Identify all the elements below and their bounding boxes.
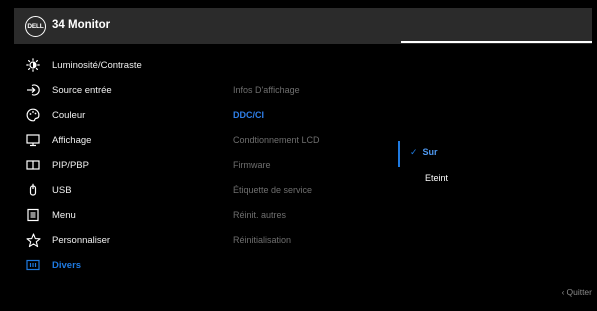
menu-item-menu[interactable]: Menu [14,204,214,226]
display-icon [25,132,41,148]
menu-item-brightness-contrast[interactable]: Luminosité/Contraste [14,54,214,76]
menu-item-label: Divers [52,259,82,271]
submenu-item-service-tag[interactable]: Étiquette de service [233,179,312,201]
menu-item-label: Couleur [52,109,86,121]
quit-button[interactable]: ‹ Quitter [562,287,592,297]
osd-menu: DELL 34 Monitor Luminosité/Contraste Sou… [14,8,592,300]
menu-item-label: USB [52,184,72,196]
submenu-item-reset-other[interactable]: Réinit. autres [233,204,286,226]
menu-item-color[interactable]: Couleur [14,104,214,126]
menu-item-label: PIP/PBP [52,159,89,171]
dell-logo: DELL [25,16,46,37]
option-label: Eteint [425,173,449,183]
menu-item-others[interactable]: Divers [14,254,214,276]
menu-item-input-source[interactable]: Source entrée [14,79,214,101]
menu-item-label: Affichage [52,134,92,146]
usb-icon [25,182,41,198]
chevron-left-icon: ‹ [561,287,565,297]
menu-item-label: Luminosité/Contraste [52,59,142,71]
star-icon [25,232,41,248]
submenu-item-display-info[interactable]: Infos D'affichage [233,79,300,101]
checkmark-icon: ✓ [410,146,418,157]
info-icon [25,257,41,273]
quit-label: Quitter [566,287,592,297]
submenu-item-factory-reset[interactable]: Réinitialisation [233,229,291,251]
submenu-item-lcd-conditioning[interactable]: Condtionnement LCD [233,129,320,151]
menu-item-display[interactable]: Affichage [14,129,214,151]
pip-icon [25,157,41,173]
menu-item-label: Source entrée [52,84,112,96]
menu-item-label: Menu [52,209,76,221]
option-label: Sur [422,147,438,157]
monitor-screen: DELL 34 Monitor Luminosité/Contraste Sou… [0,0,597,311]
menu-item-personalize[interactable]: Personnaliser [14,229,214,251]
brightness-icon [25,57,41,73]
selection-bar [398,141,400,167]
menu-item-label: Personnaliser [52,234,111,246]
option-on[interactable]: ✓ Sur [410,143,438,161]
header-underline [401,41,592,43]
submenu-item-firmware[interactable]: Firmware [233,154,271,176]
submenu-item-ddc-ci[interactable]: DDC/CI [233,104,264,126]
menu-icon [25,207,41,223]
page-title: 34 Monitor [52,19,111,31]
osd-header: DELL 34 Monitor [14,8,592,44]
input-source-icon [25,82,41,98]
menu-item-pip-pbp[interactable]: PIP/PBP [14,154,214,176]
palette-icon [25,107,41,123]
menu-item-usb[interactable]: USB [14,179,214,201]
option-off[interactable]: Eteint [425,169,448,187]
